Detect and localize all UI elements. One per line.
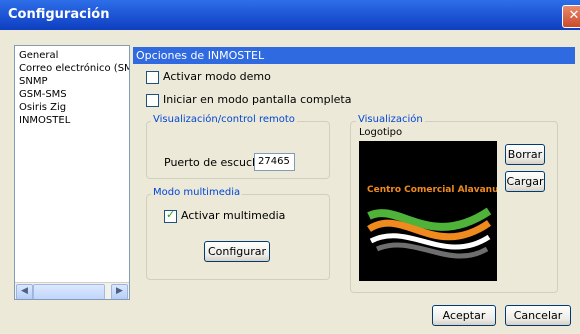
display-group-title: Visualización: [356, 114, 425, 125]
multimedia-checkbox[interactable]: [164, 208, 177, 223]
multimedia-label: Activar multimedia: [181, 209, 286, 222]
listen-port-label: Puerto de escucha: [164, 156, 266, 169]
demo-mode-checkbox[interactable]: [146, 71, 159, 84]
title-bar: Configuración ✕: [0, 0, 580, 30]
delete-logo-button[interactable]: Borrar: [505, 144, 545, 165]
fullscreen-checkbox[interactable]: [146, 94, 159, 107]
list-item-inmostel[interactable]: INMOSTEL: [19, 114, 70, 127]
configure-button[interactable]: Configurar: [204, 241, 270, 262]
list-item-email[interactable]: Correo electrónico (SMT: [19, 62, 129, 75]
list-item-snmp[interactable]: SNMP: [19, 75, 48, 88]
window-title: Configuración: [8, 7, 110, 22]
logo-image: Centro Comercial Alavanus: [359, 141, 497, 281]
accept-button[interactable]: Aceptar: [432, 305, 496, 326]
demo-mode-label: Activar modo demo: [163, 70, 271, 83]
cancel-button[interactable]: Cancelar: [505, 305, 571, 326]
list-item-general[interactable]: General: [19, 49, 58, 62]
fullscreen-label: Iniciar en modo pantalla completa: [163, 93, 352, 106]
close-button[interactable]: ✕: [562, 5, 580, 28]
remote-control-group-title: Visualización/control remoto: [151, 114, 297, 125]
listen-port-input[interactable]: 27465: [254, 153, 295, 171]
section-header: Opciones de INMOSTEL: [133, 47, 575, 64]
multimedia-group-title: Modo multimedia: [151, 187, 243, 198]
scroll-thumb[interactable]: [33, 284, 105, 299]
multimedia-group: [146, 194, 330, 280]
category-list[interactable]: General Correo electrónico (SMT SNMP GSM…: [14, 45, 130, 300]
load-logo-button[interactable]: Cargar: [505, 171, 545, 192]
logo-waves-icon: [367, 207, 492, 259]
scroll-right-icon[interactable]: ▶: [111, 284, 128, 299]
logo-label: Logotipo: [359, 127, 403, 138]
scroll-left-icon[interactable]: ◀: [16, 284, 33, 299]
horizontal-scrollbar[interactable]: ◀ ▶: [15, 282, 129, 299]
list-item-gsm-sms[interactable]: GSM-SMS: [19, 88, 67, 101]
list-item-osiris-zig[interactable]: Osiris Zig: [19, 101, 66, 114]
remote-control-group: [146, 121, 330, 179]
